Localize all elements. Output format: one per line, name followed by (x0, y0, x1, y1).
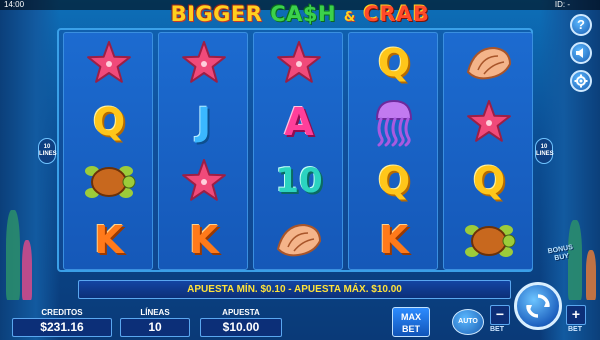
lines-value: 10 (120, 318, 190, 337)
clock: 14:00 (4, 0, 25, 9)
turtle-icon (85, 165, 136, 198)
reel: JK (158, 32, 248, 270)
spin-button[interactable] (514, 282, 562, 330)
logo-word-bigger: BIGGER (170, 2, 263, 26)
symbol-letter-K: K (379, 217, 409, 262)
symbol-letter-J: J (196, 99, 212, 144)
symbol-letter-Q: Q (472, 158, 506, 203)
reel-symbol (444, 92, 534, 151)
lines-label: LÍNEAS (140, 308, 170, 317)
reel-symbol: A (254, 92, 344, 151)
symbol-letter-10: 10 (275, 160, 323, 201)
max-bet-line2: BET (402, 324, 420, 334)
lines-label: LINES (536, 151, 554, 157)
starfish-icon (467, 99, 511, 142)
shell-icon (466, 46, 512, 79)
reel-symbol (444, 210, 534, 269)
logo-word-crab: CRAB (363, 2, 430, 26)
reel-symbol: 10 (254, 151, 344, 210)
max-bet-button[interactable]: MAX BET (392, 307, 430, 337)
lines-label: LINES (39, 151, 57, 157)
jellyfish-icon (375, 99, 413, 146)
bet-value: $10.00 (200, 318, 282, 337)
reel-symbol: K (64, 210, 154, 269)
sound-button[interactable] (570, 42, 592, 64)
help-icon: ? (577, 17, 585, 32)
reel-grid: QK JK A 10 QQK Q (57, 28, 533, 272)
reel: QQK (348, 32, 438, 270)
starfish-icon (87, 40, 131, 83)
coral-decoration (22, 240, 32, 300)
reel-symbol (254, 210, 344, 269)
max-bet-line1: MAX (401, 312, 421, 322)
reel-symbol: Q (444, 151, 534, 210)
logo-word-cash: CA$H (270, 2, 337, 26)
symbol-letter-Q: Q (377, 158, 411, 203)
lines-count: 10 (43, 144, 51, 150)
bet-decrease-button[interactable]: − (490, 305, 510, 325)
bet-increase-button[interactable]: + (566, 305, 586, 325)
reel-symbol: K (159, 210, 249, 269)
reel-symbol: K (349, 210, 439, 269)
help-button[interactable]: ? (570, 14, 592, 36)
symbol-letter-A: A (284, 99, 314, 144)
reel: Q (443, 32, 533, 270)
bet-range-info: APUESTA MÍN. $0.10 - APUESTA MÁX. $10.00 (78, 280, 511, 299)
reel-symbol (159, 33, 249, 92)
coral-decoration (586, 250, 596, 300)
turtle-icon (465, 224, 516, 257)
reel-symbol (64, 33, 154, 92)
starfish-icon (182, 40, 226, 83)
settings-button[interactable] (570, 70, 592, 92)
credits-label: CREDITOS (41, 308, 83, 317)
logo-ampersand: & (343, 10, 356, 25)
symbol-letter-Q: Q (377, 40, 411, 85)
credits-value: $231.16 (12, 318, 112, 337)
reel-symbol (349, 92, 439, 151)
reel: A 10 (253, 32, 343, 270)
lines-badge-right: 10 LINES (535, 138, 554, 164)
reel: QK (63, 32, 153, 270)
lines-display: LÍNEAS 10 (120, 307, 190, 339)
symbol-letter-K: K (189, 217, 219, 262)
bet-decrease-label: BET (490, 326, 504, 333)
lines-count: 10 (540, 144, 548, 150)
session-id: ID: - (554, 0, 570, 9)
lines-badge-left: 10 LINES (38, 138, 57, 164)
reel-symbol: J (159, 92, 249, 151)
bet-label: APUESTA (222, 308, 260, 317)
autoplay-button[interactable]: AUTO (452, 309, 484, 335)
symbol-letter-K: K (94, 217, 124, 262)
game-logo: BIGGER CA$H & CRAB (140, 1, 460, 27)
reel-symbol: Q (349, 151, 439, 210)
credits-display: CREDITOS $231.16 (12, 307, 112, 339)
speaker-icon (576, 48, 583, 58)
symbol-letter-Q: Q (92, 99, 126, 144)
reel-symbol: Q (64, 92, 154, 151)
reel-symbol: Q (349, 33, 439, 92)
bet-display: APUESTA $10.00 (200, 307, 282, 339)
reel-symbol (254, 33, 344, 92)
starfish-icon (277, 40, 321, 83)
starfish-icon (182, 158, 226, 201)
shell-icon (276, 223, 322, 256)
spin-arrows-icon (526, 294, 550, 318)
bet-increase-label: BET (568, 326, 582, 333)
reel-symbol (444, 33, 534, 92)
reel-symbol (64, 151, 154, 210)
reel-symbol (159, 151, 249, 210)
gear-icon (574, 74, 588, 88)
coral-decoration (6, 210, 20, 300)
bonus-buy-button[interactable]: BONUS BUY (544, 243, 580, 274)
